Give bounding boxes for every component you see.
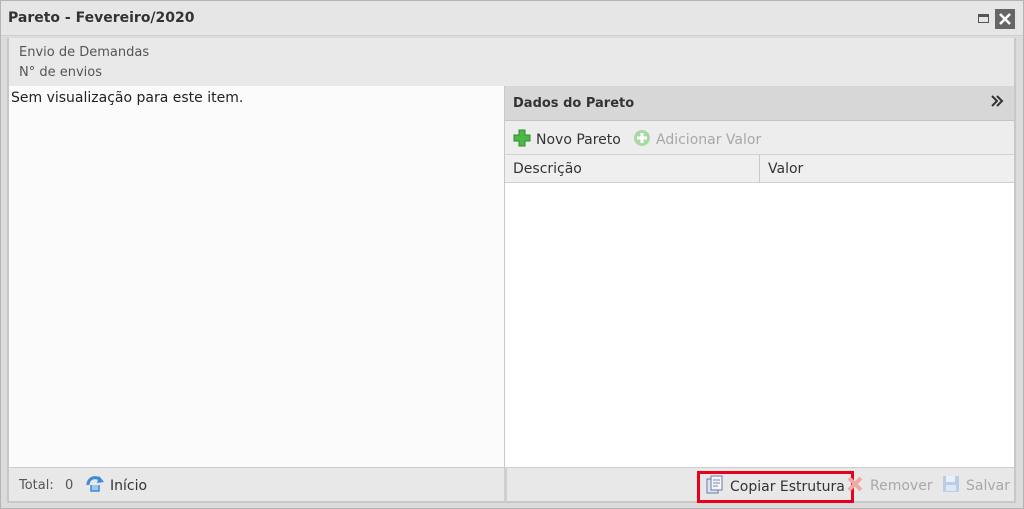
double-chevron-right-icon[interactable]	[990, 93, 1004, 112]
maximize-icon[interactable]	[975, 10, 993, 28]
header-line1: Envio de Demandas	[19, 45, 150, 60]
home-refresh-icon	[85, 475, 105, 497]
column-header-descricao[interactable]: Descrição	[505, 155, 760, 183]
add-value-label: Adicionar Valor	[656, 132, 762, 148]
remove-label: Remover	[870, 478, 933, 494]
copy-structure-label: Copiar Estrutura	[730, 479, 845, 495]
new-pareto-button[interactable]: Novo Pareto	[513, 129, 621, 151]
save-disk-icon	[942, 475, 960, 497]
add-value-button[interactable]: Adicionar Valor	[633, 129, 761, 151]
total-label: Total:	[19, 478, 54, 493]
inicio-button[interactable]: Início	[85, 475, 147, 497]
inicio-label: Início	[110, 478, 148, 494]
window-title: Pareto - Fevereiro/2020	[8, 10, 195, 26]
pareto-data-panel: Dados do Pareto Novo Pareto Adicionar Va…	[504, 86, 1016, 467]
plus-icon	[513, 129, 531, 151]
panel-header: Dados do Pareto	[505, 86, 1014, 121]
empty-message: Sem visualização para este item.	[11, 90, 244, 106]
save-button[interactable]: Salvar	[942, 475, 1010, 497]
header-line2: N° de envios	[19, 65, 103, 80]
item-header: Envio de Demandas N° de envios	[7, 38, 1016, 86]
panel-toolbar: Novo Pareto Adicionar Valor	[505, 121, 1014, 155]
plus-circle-icon	[633, 129, 651, 151]
panel-title: Dados do Pareto	[513, 96, 635, 111]
visualization-panel: Sem visualização para este item.	[7, 86, 504, 467]
total-value: 0	[65, 478, 74, 493]
title-bar: Pareto - Fevereiro/2020	[1, 1, 1023, 36]
copy-icon	[706, 475, 724, 499]
new-pareto-label: Novo Pareto	[536, 132, 621, 148]
remove-x-icon	[846, 475, 864, 497]
remove-button[interactable]: Remover	[846, 475, 933, 497]
footer-divider	[504, 468, 507, 502]
pareto-window: Pareto - Fevereiro/2020 Envio de Demanda…	[0, 0, 1024, 509]
column-header-valor[interactable]: Valor	[760, 155, 1015, 183]
grid-header: Descrição Valor	[505, 155, 1015, 183]
close-icon[interactable]	[995, 9, 1015, 29]
copy-structure-button[interactable]: Copiar Estrutura	[697, 471, 854, 503]
footer-bar: Total: 0 Início Copiar Estrutura Remover…	[7, 467, 1016, 503]
save-label: Salvar	[966, 478, 1010, 494]
